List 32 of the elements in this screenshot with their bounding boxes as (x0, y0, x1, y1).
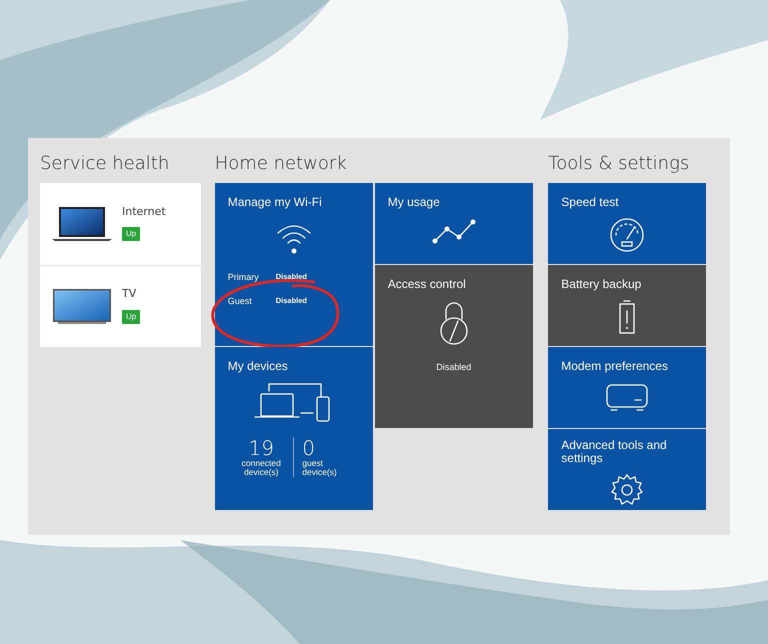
count-label: connected device(s) (240, 459, 282, 477)
section-title: Home network (214, 153, 348, 175)
tile-title: Speed test (561, 196, 619, 209)
tv-picture (52, 288, 112, 326)
count-label: guest device(s) (302, 459, 338, 477)
tile-title: Modem preferences (561, 360, 668, 373)
tile-title: Access control (388, 278, 466, 291)
status-badge: Up (122, 227, 140, 242)
device-label: TV (122, 286, 138, 302)
battery-warning-icon (617, 299, 638, 335)
device-label: Internet (122, 204, 166, 220)
speedometer-icon (609, 217, 646, 253)
tile-title: Advanced tools and settings (561, 439, 668, 465)
status-badge: Up (122, 310, 140, 324)
section-title: Tools & settings (548, 153, 690, 175)
network-name: Guest (228, 294, 253, 308)
tile-title: Manage my Wi-Fi (228, 196, 322, 209)
network-name: Primary (228, 271, 260, 284)
dashboard-tile[interactable]: Advanced tools and settings (548, 429, 706, 510)
tile-title: Battery backup (561, 278, 642, 291)
tile-status: Disabled (436, 361, 472, 374)
device-count: 19 (248, 437, 274, 459)
dashboard-tile[interactable]: My usage (374, 183, 533, 264)
dashboard-tile[interactable]: Speed test (548, 183, 706, 264)
laptop-picture (52, 206, 112, 242)
device-count: 0 (302, 437, 315, 459)
tile-title: My devices (228, 360, 288, 373)
dashboard-tile[interactable]: Modem preferences (548, 347, 706, 428)
dashboard-tile[interactable]: My devices 19 connected device(s) 0 guest device(s) (214, 347, 373, 510)
settings-icon (610, 473, 644, 507)
section-title: Service health (40, 153, 170, 175)
tile-title: My usage (388, 196, 440, 209)
